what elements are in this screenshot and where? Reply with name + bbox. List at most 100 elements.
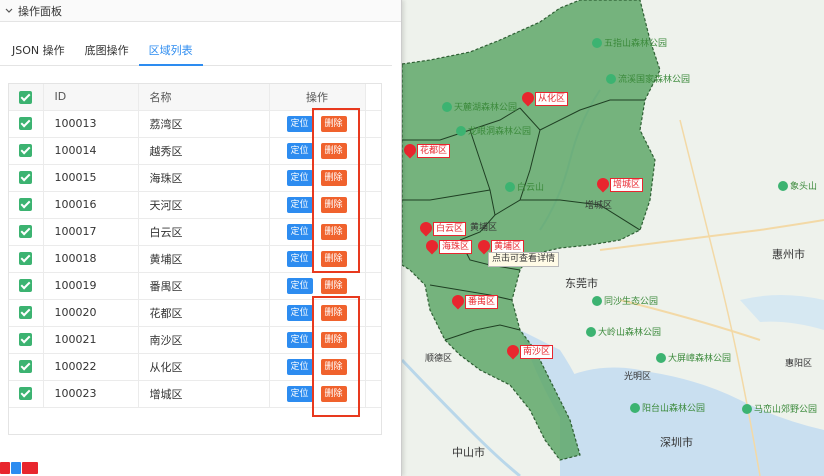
header-name: 名称 [138, 84, 270, 111]
marker-tooltip: 点击可查看详情 [488, 252, 560, 267]
panel-header[interactable]: 操作面板 [0, 0, 401, 22]
row-id: 100017 [43, 218, 139, 246]
checkbox-checked-icon [19, 387, 33, 401]
toolbar-icon-red[interactable] [0, 462, 10, 474]
header-id: ID [43, 84, 139, 111]
table-row: 100019 番禺区 定位 删除 [9, 272, 381, 300]
map-pin-icon [452, 295, 464, 309]
row-checkbox[interactable] [9, 326, 44, 354]
locate-button[interactable]: 定位 [286, 142, 313, 159]
table-header-row: ID 名称 操作 [9, 84, 381, 111]
checkbox-checked-icon [19, 306, 33, 320]
toolbar-icon-red-2[interactable] [22, 462, 38, 474]
map-pin-icon [522, 92, 534, 106]
row-id: 100014 [43, 137, 139, 165]
poi-tongsha: 同沙生态公园 [592, 294, 658, 307]
row-scroll-gap [365, 299, 381, 327]
row-checkbox[interactable] [9, 164, 44, 192]
row-id: 100015 [43, 164, 139, 192]
locate-button[interactable]: 定位 [286, 250, 313, 267]
locate-button[interactable]: 定位 [286, 115, 313, 132]
marker-conghua[interactable]: 从化区 [522, 92, 569, 106]
checkbox-checked-icon [19, 333, 33, 347]
row-checkbox[interactable] [9, 245, 44, 273]
poi-longdong: 龙眼洞森林公园 [456, 124, 531, 137]
checkbox-checked-icon [19, 198, 33, 212]
locate-button[interactable]: 定位 [286, 196, 313, 213]
map-pin-icon [420, 222, 432, 236]
poi-daping: 大屏嶂森林公园 [656, 351, 731, 364]
select-all-checkbox[interactable] [9, 84, 44, 111]
panel-tabs: JSON 操作 底图操作 区域列表 [0, 38, 392, 66]
row-id: 100023 [43, 380, 139, 408]
checkbox-checked-icon [19, 360, 33, 374]
tab-region-list[interactable]: 区域列表 [138, 38, 203, 66]
locate-button[interactable]: 定位 [286, 304, 313, 321]
row-name: 番禺区 [138, 272, 270, 300]
poi-yangtai: 阳台山森林公园 [630, 401, 705, 414]
toolbar-icon-blue[interactable] [11, 462, 21, 474]
district-zengcheng-label: 增城区 [585, 201, 613, 211]
marker-zengcheng[interactable]: 增城区 [597, 178, 644, 192]
row-name: 白云区 [138, 218, 270, 246]
city-huizhou: 惠州市 [772, 248, 805, 261]
row-scroll-gap [365, 218, 381, 246]
row-id: 100020 [43, 299, 139, 327]
poi-dalingshan: 大岭山森林公园 [586, 325, 661, 338]
row-checkbox[interactable] [9, 110, 44, 138]
row-checkbox[interactable] [9, 272, 44, 300]
locate-button[interactable]: 定位 [286, 358, 313, 375]
locate-button[interactable]: 定位 [286, 331, 313, 348]
checkbox-checked-icon [19, 117, 33, 131]
marker-panyu[interactable]: 番禺区 [452, 295, 499, 309]
park-icon [592, 37, 602, 48]
row-checkbox[interactable] [9, 137, 44, 165]
tab-json[interactable]: JSON 操作 [2, 38, 75, 66]
marker-huadu[interactable]: 花都区 [404, 144, 451, 158]
row-scroll-gap [365, 380, 381, 408]
locate-button[interactable]: 定位 [286, 169, 313, 186]
locate-button[interactable]: 定位 [286, 223, 313, 240]
row-checkbox[interactable] [9, 299, 44, 327]
city-shenzhen: 深圳市 [660, 436, 693, 449]
checkbox-checked-icon [19, 144, 33, 158]
locate-button[interactable]: 定位 [286, 277, 313, 294]
poi-wuzhishan: 五指山森林公园 [592, 36, 667, 49]
park-icon [742, 403, 752, 414]
park-icon [586, 326, 596, 337]
checkbox-checked-icon [19, 225, 33, 239]
row-checkbox[interactable] [9, 353, 44, 381]
row-name: 天河区 [138, 191, 270, 219]
row-checkbox[interactable] [9, 191, 44, 219]
park-icon [505, 181, 515, 192]
park-icon [630, 402, 640, 413]
chevron-down-icon[interactable] [4, 6, 14, 16]
locate-button[interactable]: 定位 [286, 385, 313, 402]
row-id: 100018 [43, 245, 139, 273]
row-checkbox[interactable] [9, 218, 44, 246]
row-name: 黄埔区 [138, 245, 270, 273]
row-scroll-gap [365, 137, 381, 165]
row-checkbox[interactable] [9, 380, 44, 408]
svg-text:黄埔区: 黄埔区 [470, 221, 497, 233]
delete-button[interactable]: 删除 [320, 277, 347, 294]
marker-nansha[interactable]: 南沙区 [507, 345, 554, 359]
checkbox-checked-icon [19, 171, 33, 185]
park-icon [606, 73, 616, 84]
marker-baiyun[interactable]: 白云区 [420, 222, 467, 236]
park-icon [456, 125, 466, 136]
marker-haizhu[interactable]: 海珠区 [426, 240, 473, 254]
row-scroll-gap [365, 110, 381, 138]
district-shunde: 顺德区 [425, 354, 453, 364]
tab-basemap[interactable]: 底图操作 [75, 38, 139, 66]
checkbox-checked-icon [19, 252, 33, 266]
checkbox-checked-icon [19, 90, 33, 104]
row-id: 100016 [43, 191, 139, 219]
map-pin-icon [507, 345, 519, 359]
row-scroll-gap [365, 326, 381, 354]
map-pin-icon [597, 178, 609, 192]
city-dongguan: 东莞市 [565, 277, 598, 290]
park-icon [592, 295, 602, 306]
checkbox-checked-icon [19, 279, 33, 293]
district-huiyang: 惠阳区 [785, 359, 813, 369]
